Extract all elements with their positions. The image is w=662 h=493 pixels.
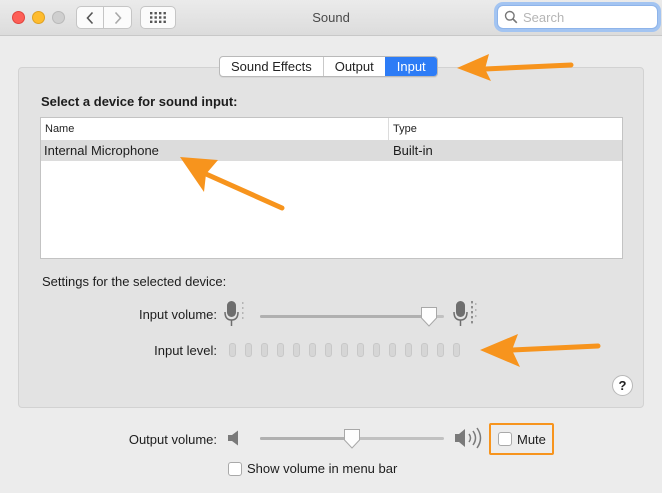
forward-button[interactable] bbox=[104, 6, 132, 29]
input-volume-thumb[interactable] bbox=[420, 306, 438, 328]
input-level-segment bbox=[453, 343, 460, 357]
tab-bar: Sound Effects Output Input bbox=[219, 56, 438, 77]
tab-input[interactable]: Input bbox=[384, 57, 437, 76]
input-volume-fill bbox=[260, 315, 430, 318]
search-input[interactable] bbox=[523, 9, 653, 25]
device-table: Name Type Internal Microphone Built-in bbox=[40, 117, 623, 259]
output-volume-fill bbox=[260, 437, 352, 440]
input-level-segment bbox=[325, 343, 332, 357]
output-volume-label: Output volume: bbox=[128, 432, 217, 447]
show-volume-menu-bar-checkbox[interactable] bbox=[228, 461, 242, 476]
column-header-type[interactable]: Type bbox=[389, 118, 417, 140]
input-level-segment bbox=[437, 343, 444, 357]
close-window-button[interactable] bbox=[12, 11, 25, 24]
show-volume-menu-bar-option[interactable]: Show volume in menu bar bbox=[228, 461, 397, 476]
input-level-segment bbox=[357, 343, 364, 357]
input-level-segment bbox=[341, 343, 348, 357]
input-level-segment bbox=[229, 343, 236, 357]
forward-chevron-icon bbox=[114, 11, 122, 24]
speaker-high-icon bbox=[455, 427, 482, 449]
device-type-cell: Built-in bbox=[393, 143, 433, 158]
show-all-button[interactable] bbox=[140, 6, 176, 29]
input-level-segment bbox=[389, 343, 396, 357]
show-volume-menu-bar-label[interactable]: Show volume in menu bar bbox=[247, 461, 397, 476]
input-level-meter bbox=[229, 343, 460, 357]
tab-sound-effects[interactable]: Sound Effects bbox=[220, 57, 323, 76]
mute-label[interactable]: Mute bbox=[517, 432, 546, 447]
table-header: Name Type bbox=[41, 118, 622, 141]
back-button[interactable] bbox=[76, 6, 104, 29]
device-name-cell: Internal Microphone bbox=[44, 143, 159, 158]
input-level-segment bbox=[309, 343, 316, 357]
input-volume-label: Input volume: bbox=[138, 307, 217, 322]
input-volume-slider[interactable] bbox=[260, 315, 444, 318]
zoom-window-button[interactable] bbox=[52, 11, 65, 24]
input-level-segment bbox=[405, 343, 412, 357]
column-header-name[interactable]: Name bbox=[41, 118, 389, 140]
input-level-segment bbox=[245, 343, 252, 357]
input-level-segment bbox=[373, 343, 380, 357]
help-button[interactable]: ? bbox=[612, 375, 633, 396]
speaker-low-icon bbox=[228, 430, 238, 446]
title-bar: Sound bbox=[0, 0, 662, 36]
input-level-segment bbox=[261, 343, 268, 357]
output-volume-thumb[interactable] bbox=[343, 428, 361, 450]
mute-highlight-box: Mute bbox=[489, 423, 554, 455]
settings-title: Settings for the selected device: bbox=[42, 274, 227, 289]
grid-icon bbox=[150, 12, 166, 23]
input-level-segment bbox=[277, 343, 284, 357]
search-field[interactable] bbox=[497, 5, 658, 29]
mute-checkbox[interactable] bbox=[498, 432, 512, 446]
table-row[interactable]: Internal Microphone Built-in bbox=[41, 141, 622, 161]
minimize-window-button[interactable] bbox=[32, 11, 45, 24]
input-level-segment bbox=[293, 343, 300, 357]
device-section-title: Select a device for sound input: bbox=[41, 94, 238, 109]
search-icon bbox=[504, 10, 518, 24]
input-level-label: Input level: bbox=[154, 343, 217, 358]
input-level-segment bbox=[421, 343, 428, 357]
back-chevron-icon bbox=[86, 11, 94, 24]
tab-output[interactable]: Output bbox=[322, 57, 385, 76]
